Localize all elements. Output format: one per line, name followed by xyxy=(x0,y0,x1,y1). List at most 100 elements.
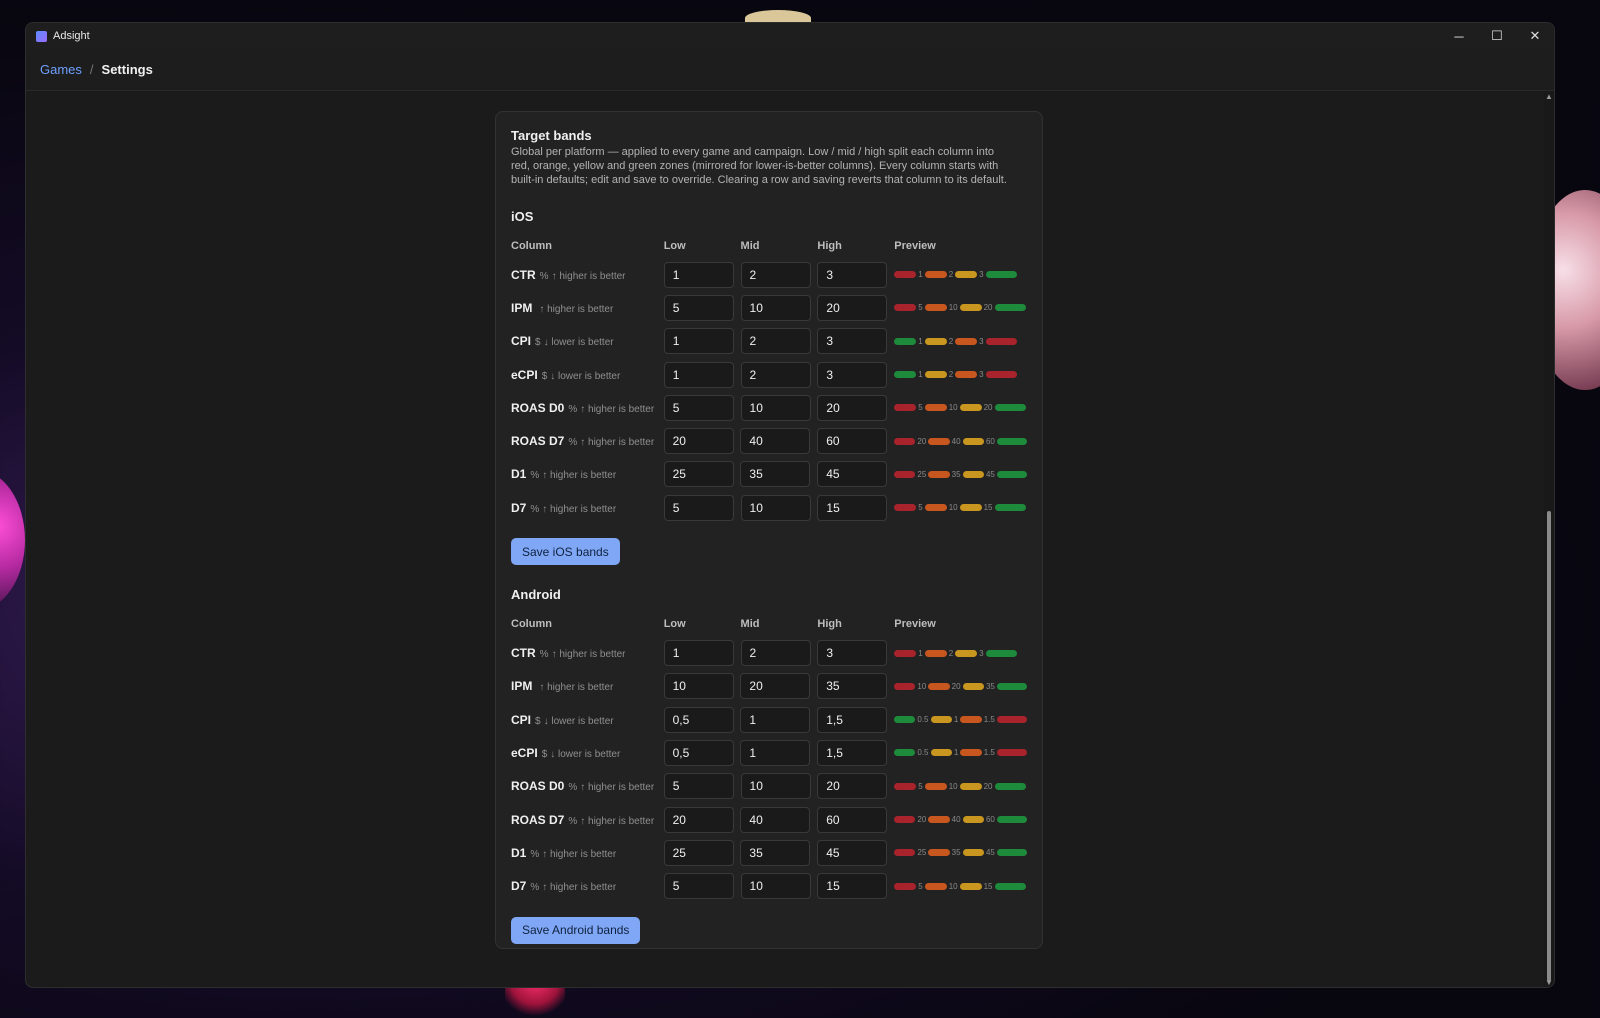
green-band-pill xyxy=(893,716,916,724)
low-input[interactable]: 0,5 xyxy=(663,706,734,733)
threshold-label: 20 xyxy=(983,781,993,791)
band-preview: 1 2 3 xyxy=(894,270,1027,279)
orange-band-pill xyxy=(928,849,950,857)
yellow-band-pill xyxy=(924,371,947,379)
high-input[interactable]: 3 xyxy=(817,361,888,388)
high-input[interactable]: 45 xyxy=(817,839,888,866)
high-cell: 1,5 xyxy=(817,706,894,733)
threshold-label: 3 xyxy=(979,648,984,658)
high-input[interactable]: 15 xyxy=(817,494,888,521)
red-band-pill xyxy=(894,504,917,512)
low-input[interactable]: 25 xyxy=(663,839,734,866)
high-input[interactable]: 3 xyxy=(817,328,888,355)
threshold-label: 1 xyxy=(918,648,923,658)
yellow-band-pill xyxy=(962,682,984,690)
scroll-down-icon[interactable]: ▼ xyxy=(1545,979,1553,987)
high-input[interactable]: 60 xyxy=(817,428,888,455)
yellow-band-pill xyxy=(955,271,978,279)
low-cell: 1 xyxy=(663,361,741,388)
low-cell: 25 xyxy=(663,461,741,488)
low-input[interactable]: 5 xyxy=(663,773,734,800)
low-input[interactable]: 5 xyxy=(663,294,734,321)
metric-name: D7 xyxy=(511,500,527,515)
high-input[interactable]: 15 xyxy=(817,873,888,900)
mid-input[interactable]: 10 xyxy=(740,773,811,800)
low-input[interactable]: 5 xyxy=(663,494,734,521)
low-input[interactable]: 1 xyxy=(663,328,734,355)
vertical-scrollbar[interactable]: ▲ ▼ xyxy=(1544,91,1554,987)
metric-direction: ↑ higher is better xyxy=(542,882,617,894)
mid-input[interactable]: 35 xyxy=(740,461,811,488)
save-ios-bands-button[interactable]: Save iOS bands xyxy=(511,538,620,566)
low-input[interactable]: 1 xyxy=(663,261,734,288)
mid-input[interactable]: 40 xyxy=(740,806,811,833)
table-row: ROAS D7% ↑ higher is better 20 40 60 20 40 60 xyxy=(511,424,1027,457)
threshold-label: 1 xyxy=(918,370,923,380)
threshold-label: 60 xyxy=(985,436,995,446)
scrollbar-thumb[interactable] xyxy=(1547,511,1551,981)
mid-cell: 2 xyxy=(740,261,818,288)
low-input[interactable]: 20 xyxy=(663,806,734,833)
mid-input[interactable]: 1 xyxy=(740,706,811,733)
mid-input[interactable]: 10 xyxy=(740,294,811,321)
low-input[interactable]: 20 xyxy=(663,428,734,455)
red-band-pill xyxy=(894,271,917,279)
low-input[interactable]: 5 xyxy=(663,394,734,421)
orange-band-pill xyxy=(924,271,947,279)
metric-unit: % xyxy=(530,470,540,482)
mid-input[interactable]: 40 xyxy=(740,428,811,455)
red-band-pill xyxy=(893,470,916,478)
minimize-button[interactable]: ─ xyxy=(1440,23,1478,49)
table-row: ROAS D7% ↑ higher is better 20 40 60 20 40 60 xyxy=(511,803,1027,836)
low-input[interactable]: 5 xyxy=(663,873,734,900)
threshold-label: 5 xyxy=(918,781,923,791)
mid-input[interactable]: 2 xyxy=(740,361,811,388)
mid-input[interactable]: 35 xyxy=(740,839,811,866)
high-input[interactable]: 20 xyxy=(817,294,888,321)
mid-cell: 10 xyxy=(740,394,818,421)
mid-cell: 10 xyxy=(740,773,818,800)
mid-input[interactable]: 2 xyxy=(740,328,811,355)
threshold-label: 5 xyxy=(918,303,923,313)
high-input[interactable]: 45 xyxy=(817,461,888,488)
metric-name: CPI xyxy=(511,712,532,727)
save-android-bands-button[interactable]: Save Android bands xyxy=(511,916,641,944)
header-high: High xyxy=(817,240,842,252)
high-input[interactable]: 1,5 xyxy=(817,706,888,733)
threshold-label: 5 xyxy=(918,503,923,513)
threshold-label: 1 xyxy=(918,270,923,280)
close-button[interactable]: ✕ xyxy=(1516,23,1554,49)
low-input[interactable]: 0,5 xyxy=(663,739,734,766)
high-input[interactable]: 3 xyxy=(817,261,888,288)
low-cell: 5 xyxy=(663,773,741,800)
mid-input[interactable]: 10 xyxy=(740,394,811,421)
mid-input[interactable]: 2 xyxy=(740,640,811,667)
scroll-up-icon[interactable]: ▲ xyxy=(1545,93,1553,101)
low-input[interactable]: 25 xyxy=(663,461,734,488)
high-input[interactable]: 20 xyxy=(817,394,888,421)
low-input[interactable]: 1 xyxy=(663,640,734,667)
threshold-label: 45 xyxy=(985,469,995,479)
mid-input[interactable]: 1 xyxy=(740,739,811,766)
high-input[interactable]: 35 xyxy=(817,673,888,700)
mid-input[interactable]: 2 xyxy=(740,261,811,288)
maximize-button[interactable]: ☐ xyxy=(1478,23,1516,49)
low-input[interactable]: 1 xyxy=(663,361,734,388)
red-band-pill xyxy=(893,682,916,690)
high-cell: 45 xyxy=(817,461,894,488)
mid-input[interactable]: 10 xyxy=(740,494,811,521)
orange-band-pill xyxy=(924,882,947,890)
high-input[interactable]: 60 xyxy=(817,806,888,833)
mid-input[interactable]: 10 xyxy=(740,873,811,900)
high-cell: 3 xyxy=(817,328,894,355)
breadcrumb-games-link[interactable]: Games xyxy=(40,62,82,77)
high-input[interactable]: 1,5 xyxy=(817,739,888,766)
high-input[interactable]: 3 xyxy=(817,640,888,667)
low-input[interactable]: 10 xyxy=(663,673,734,700)
orange-band-pill xyxy=(955,371,978,379)
band-preview: 1 2 3 xyxy=(894,337,1027,346)
mid-input[interactable]: 20 xyxy=(740,673,811,700)
metric-label: ROAS D0% ↑ higher is better xyxy=(511,779,664,793)
high-input[interactable]: 20 xyxy=(817,773,888,800)
red-band-pill xyxy=(893,437,916,445)
